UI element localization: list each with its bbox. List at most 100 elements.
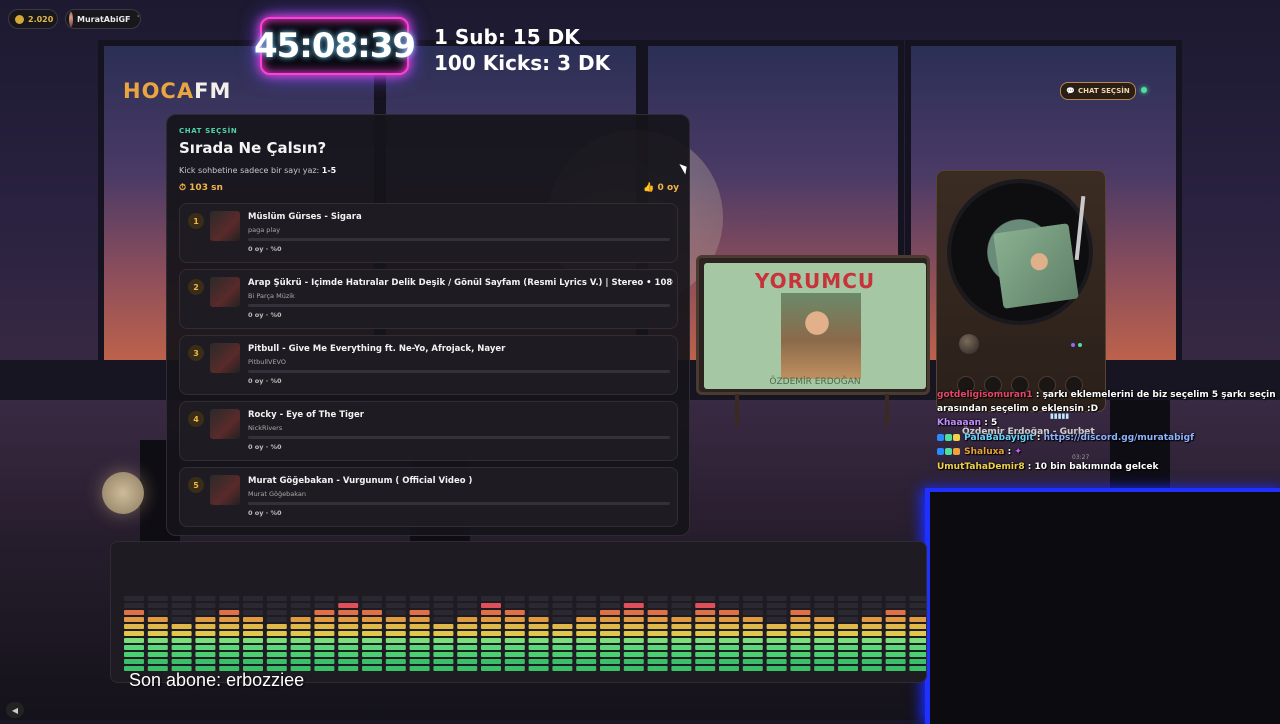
poll-title: Sırada Ne Çalsın? (179, 139, 327, 157)
visualizer-segment (623, 631, 644, 636)
visualizer-segment (433, 638, 454, 643)
poll-option[interactable]: 2 Arap Şükrü - İçimde Hatıralar Delik De… (179, 269, 678, 329)
visualizer-segment (814, 659, 835, 664)
visualizer-segment (362, 645, 382, 650)
visualizer-segment (552, 652, 573, 657)
visualizer-segment (124, 596, 144, 601)
poll-option[interactable]: 4 Rocky - Eye of The Tiger NickRivers 0 … (179, 401, 678, 461)
volume-knob[interactable] (959, 334, 979, 354)
visualizer-segment (790, 631, 811, 636)
visualizer-segment (409, 638, 430, 643)
visualizer-segment (671, 617, 692, 622)
chat-message: UmutTahaDemir8 : 10 bin bakımında gelcek (937, 461, 1159, 472)
visualizer-segment (600, 617, 620, 622)
visualizer-segment (171, 631, 192, 636)
vote-progress-bar (248, 502, 670, 505)
video-thumbnail (210, 343, 240, 373)
visualizer-segment (742, 638, 763, 643)
visualizer-segment (338, 666, 359, 671)
visualizer-segment (695, 603, 716, 608)
username: MuratAbiGF (76, 14, 131, 24)
visualizer-segment (457, 638, 478, 643)
speaker-icon[interactable]: ◀ (6, 702, 24, 718)
visualizer-segment (338, 652, 359, 657)
visualizer-segment (790, 666, 811, 671)
lamp (102, 472, 144, 514)
visualizer-segment (147, 603, 168, 608)
poll-option[interactable]: 1 Müslüm Gürses - Sigara paga play 0 oy … (179, 203, 678, 263)
visualizer-segment (885, 638, 906, 643)
visualizer-segment (838, 631, 858, 636)
visualizer-segment (195, 638, 216, 643)
visualizer-segment (338, 617, 359, 622)
visualizer-segment (481, 659, 501, 664)
option-votes: 0 oy · %0 (248, 509, 282, 517)
visualizer-segment (671, 596, 692, 601)
visualizer-segment (195, 624, 216, 629)
visualizer-segment (481, 638, 501, 643)
visualizer-segment (314, 652, 335, 657)
visualizer-segment (790, 652, 811, 657)
visualizer-segment (552, 596, 573, 601)
emote-icon: ✦ (1014, 447, 1022, 457)
visualizer-segment (695, 652, 716, 657)
sub-info: 1 Sub: 15 DK 100 Kicks: 3 DK (434, 24, 610, 76)
visualizer-segment (433, 652, 454, 657)
visualizer-segment (528, 603, 549, 608)
visualizer-segment (885, 666, 906, 671)
poll-option[interactable]: 5 Murat Göğebakan - Vurgunum ( Official … (179, 467, 678, 527)
visualizer-segment (266, 652, 287, 657)
option-title: Rocky - Eye of The Tiger (248, 410, 364, 420)
visualizer-segment (243, 596, 263, 601)
visualizer-segment (195, 596, 216, 601)
visualizer-segment (814, 603, 835, 608)
option-votes: 0 oy · %0 (248, 443, 282, 451)
chat-pick-button[interactable]: 💬 CHAT SEÇSİN (1060, 82, 1136, 100)
poll-time: ⏱ 103 sn (179, 183, 223, 193)
visualizer-segment (385, 638, 406, 643)
visualizer-segment (124, 638, 144, 643)
visualizer-segment (266, 624, 287, 629)
visualizer-segment (243, 638, 263, 643)
visualizer-segment (433, 617, 454, 622)
visualizer-segment (528, 659, 549, 664)
visualizer-segment (742, 610, 763, 615)
visualizer-segment (790, 596, 811, 601)
visualizer-segment (719, 645, 739, 650)
visualizer-segment (909, 666, 926, 671)
visualizer-segment (742, 603, 763, 608)
visualizer-segment (409, 617, 430, 622)
visualizer-segment (814, 652, 835, 657)
visualizer-segment (504, 659, 525, 664)
visualizer-segment (647, 659, 668, 664)
visualizer-segment (600, 638, 620, 643)
option-title: Pitbull - Give Me Everything ft. Ne-Yo, … (248, 344, 506, 354)
album-cover: YORUMCU ÖZDEMİR ERDOĞAN (704, 263, 926, 389)
visualizer-segment (671, 666, 692, 671)
stopwatch-icon: ⏱ (179, 183, 187, 193)
visualizer-segment (385, 610, 406, 615)
poll-option[interactable]: 3 Pitbull - Give Me Everything ft. Ne-Yo… (179, 335, 678, 395)
visualizer-segment (885, 659, 906, 664)
badge-icon (953, 433, 960, 441)
chat-message: PalaBabayigit : https://discord.gg/murat… (937, 432, 1277, 446)
visualizer-segment (909, 631, 926, 636)
visualizer-segment (695, 617, 716, 622)
visualizer-segment (433, 603, 454, 608)
option-title: Müslüm Gürses - Sigara (248, 212, 362, 222)
coin-balance[interactable]: 2.020 (8, 9, 58, 29)
visualizer-segment (647, 652, 668, 657)
visualizer-segment (504, 645, 525, 650)
visualizer-segment (909, 624, 926, 629)
chat-username: Shaluxa (964, 447, 1005, 457)
visualizer-segment (814, 631, 835, 636)
option-channel: NickRivers (248, 424, 283, 432)
visualizer-segment (433, 666, 454, 671)
chat-link[interactable]: https://discord.gg/muratabigf (1044, 433, 1194, 443)
visualizer-segment (742, 659, 763, 664)
visualizer-segment (719, 624, 739, 629)
visualizer-segment (695, 631, 716, 636)
visualizer-segment (433, 624, 454, 629)
visualizer-segment (885, 610, 906, 615)
user-menu[interactable]: MuratAbiGF ˅ (65, 9, 141, 29)
